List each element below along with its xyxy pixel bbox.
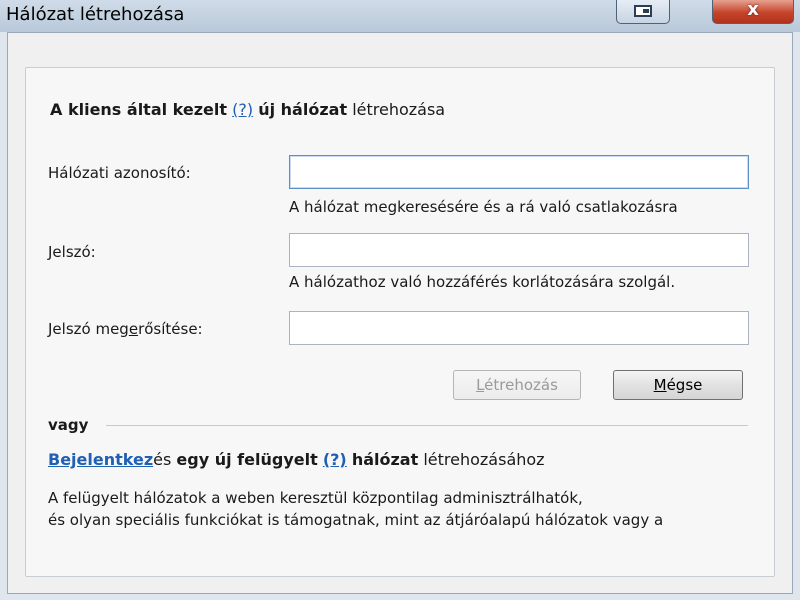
- confirm-label-access-key: e: [128, 320, 139, 338]
- cancel-button-label: égse: [666, 376, 703, 394]
- close-icon: x: [747, 0, 759, 20]
- confirm-password-label: Jelszó megerősítése:: [48, 320, 203, 338]
- sign-in-suffix: és: [153, 450, 172, 469]
- sign-in-link[interactable]: Bejelentkez: [48, 450, 153, 469]
- close-button[interactable]: x: [712, 0, 794, 24]
- description-line-2: és olyan speciális funkciókat is támogat…: [48, 511, 664, 529]
- heading-tail: létrehozása: [352, 100, 446, 119]
- network-id-input[interactable]: [289, 155, 749, 189]
- help-link-2[interactable]: (?): [323, 450, 347, 469]
- confirm-label-pre: Jelszó meg: [48, 320, 129, 338]
- title-bar: Hálózat létrehozása x: [0, 0, 800, 32]
- cancel-button[interactable]: Mégse: [613, 370, 743, 400]
- create-button-label: étrehozás: [484, 376, 558, 394]
- password-hint: A hálózathoz való hozzáférés korlátozásá…: [289, 273, 676, 291]
- or-label: vagy: [48, 416, 89, 434]
- network-id-hint: A hálózat megkeresésére és a rá való csa…: [289, 198, 678, 216]
- heading-bold-text-2: új hálózat: [258, 100, 348, 119]
- managed-bold-text-2: hálózat: [351, 450, 419, 469]
- create-access-key: L: [476, 376, 485, 394]
- window-title: Hálózat létrehozása: [6, 4, 185, 25]
- network-id-label: Hálózati azonosító:: [48, 164, 191, 182]
- password-input[interactable]: [289, 233, 749, 267]
- create-button[interactable]: Létrehozás: [453, 370, 581, 400]
- confirm-label-post: rősítése:: [138, 320, 203, 338]
- managed-bold-text: egy új felügyelt: [176, 450, 318, 469]
- confirm-password-input[interactable]: [289, 311, 749, 345]
- section-heading: A kliens által kezelt (?) új hálózat lét…: [50, 100, 445, 119]
- managed-tail: létrehozásához: [423, 450, 545, 469]
- cancel-access-key: M: [653, 376, 667, 394]
- or-divider: [106, 425, 748, 426]
- description-line-1: A felügyelt hálózatok a weben keresztül …: [48, 489, 583, 507]
- heading-bold-text: A kliens által kezelt: [50, 100, 228, 119]
- password-label: Jelszó:: [48, 243, 96, 261]
- managed-network-line: Bejelentkezés egy új felügyelt (?) hálóz…: [48, 450, 545, 469]
- help-link[interactable]: (?): [232, 100, 253, 119]
- window-restore-icon: [634, 5, 652, 17]
- restore-button[interactable]: [616, 0, 670, 24]
